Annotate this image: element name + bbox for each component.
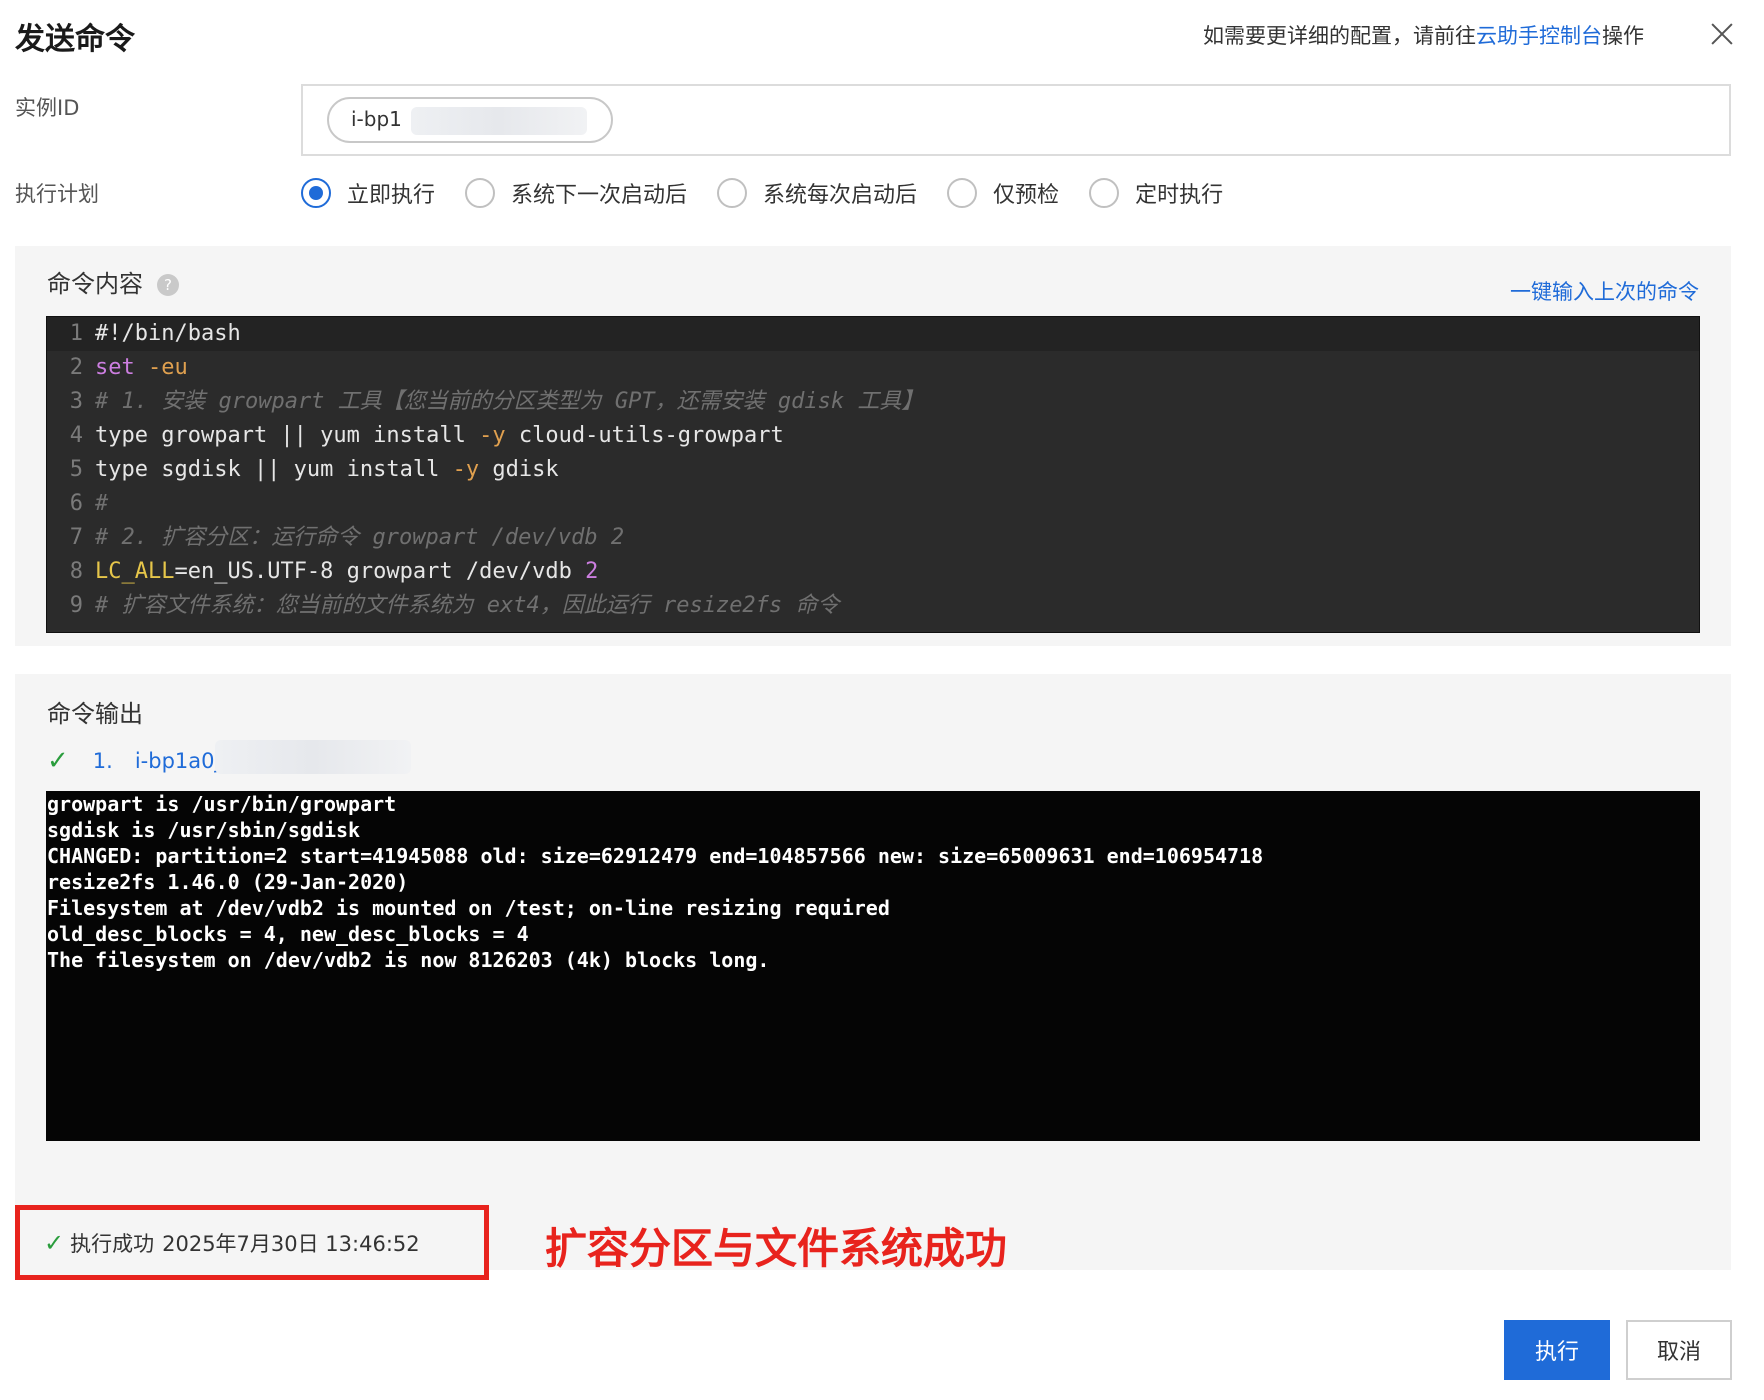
code-line: 2 set -eu <box>47 351 1699 385</box>
line-number: 8 <box>69 559 83 584</box>
redacted-blur <box>215 740 411 774</box>
line-number: 1 <box>69 321 83 346</box>
terminal-line: CHANGED: partition=2 start=41945088 old:… <box>47 844 1264 868</box>
code-token: # 1. 安装 growpart 工具【您当前的分区类型为 GPT，还需安装 g… <box>95 389 924 414</box>
code-token: LC_ALL <box>95 559 175 584</box>
schedule-option-label: 仅预检 <box>993 183 1060 208</box>
instance-id-field[interactable]: i-bp1 <box>301 84 1731 156</box>
line-number: 2 <box>69 355 83 380</box>
instance-tag-text: i-bp1 <box>351 107 402 131</box>
schedule-label: 执行计划 <box>15 182 99 206</box>
terminal-line: resize2fs 1.46.0 (29-Jan-2020) <box>47 870 409 894</box>
terminal-line: sgdisk is /usr/sbin/sgdisk <box>47 818 361 842</box>
terminal-line: old_desc_blocks = 4, new_desc_blocks = 4 <box>47 922 529 946</box>
schedule-option[interactable]: 仅预检 <box>947 177 1059 209</box>
terminal-line: The filesystem on /dev/vdb2 is now 81262… <box>47 948 770 972</box>
code-token: # <box>95 491 109 516</box>
schedule-option[interactable]: 系统每次启动后 <box>717 177 917 209</box>
command-title: 命令内容? <box>47 264 179 299</box>
code-token: 2 <box>585 559 599 584</box>
code-token: cloud-utils-growpart <box>505 423 784 448</box>
code-token: # 2. 扩容分区：运行命令 growpart /dev/vdb 2 <box>95 525 625 550</box>
schedule-option-label: 定时执行 <box>1135 183 1224 208</box>
reuse-last-command-link[interactable]: 一键输入上次的命令 <box>1510 276 1699 306</box>
command-panel: 命令内容? 一键输入上次的命令 1 #!/bin/bash 2 set -eu 3 # 1… <box>15 246 1731 646</box>
code-token: -y <box>452 457 480 482</box>
cancel-button[interactable]: 取消 <box>1626 1320 1732 1380</box>
output-item[interactable]: ✓ 1. i-bp1a0j <box>47 746 220 776</box>
redacted-blur <box>411 107 587 135</box>
check-icon: ✓ <box>47 746 69 776</box>
console-hint: 如需要更详细的配置，请前往云助手控制台操作 <box>1203 20 1644 50</box>
output-item-index: 1. <box>92 749 113 773</box>
terminal-line: Filesystem at /dev/vdb2 is mounted on /t… <box>47 896 890 920</box>
code-line: 8 LC_ALL =en_US.UTF-8 growpart /dev/vdb 2 <box>47 555 1699 589</box>
line-number: 4 <box>69 423 83 448</box>
schedule-option[interactable]: 系统下一次启动后 <box>465 177 687 209</box>
schedule-option-label: 系统下一次启动后 <box>511 183 688 208</box>
radio-icon[interactable] <box>301 178 331 208</box>
schedule-radio-group: 立即执行 系统下一次启动后 系统每次启动后 仅预检 定时执行 <box>301 176 1253 210</box>
code-line: 4 type growpart || yum install -y cloud-u… <box>47 419 1699 453</box>
schedule-option[interactable]: 立即执行 <box>301 177 435 209</box>
output-item-id[interactable]: i-bp1a0j <box>135 749 221 773</box>
line-number: 5 <box>69 457 83 482</box>
code-line: 9 # 扩容文件系统：您当前的文件系统为 ext4，因此运行 resize2fs … <box>47 589 1699 623</box>
command-title-text: 命令内容 <box>47 270 143 298</box>
status-time: 2025年7月30日 13:46:52 <box>162 1231 420 1256</box>
instance-id-label: 实例ID <box>15 96 80 120</box>
instance-tag[interactable]: i-bp1 <box>327 97 613 143</box>
code-token: =en_US.UTF-8 growpart /dev/vdb <box>174 559 586 584</box>
code-token: set <box>95 355 135 380</box>
annotation-text: 扩容分区与文件系统成功 <box>545 1224 1008 1273</box>
check-icon: ✓ <box>44 1228 65 1257</box>
execution-status: ✓ 执行成功 2025年7月30日 13:46:52 <box>15 1205 489 1280</box>
output-panel: 命令输出 ✓ 1. i-bp1a0j growpart is /usr/bin/… <box>15 674 1731 1270</box>
schedule-option[interactable]: 定时执行 <box>1089 177 1223 209</box>
close-icon[interactable] <box>1708 20 1736 48</box>
output-title: 命令输出 <box>47 700 143 728</box>
schedule-option-label: 系统每次启动后 <box>763 183 918 208</box>
radio-icon[interactable] <box>947 178 978 208</box>
terminal-line: growpart is /usr/bin/growpart <box>47 792 397 816</box>
radio-icon[interactable] <box>465 178 496 208</box>
code-token: -y <box>479 423 506 448</box>
radio-icon[interactable] <box>717 178 748 208</box>
console-link[interactable]: 云助手控制台 <box>1476 24 1602 48</box>
line-number: 7 <box>69 525 83 550</box>
dialog-title: 发送命令 <box>15 22 135 57</box>
schedule-option-label: 立即执行 <box>347 183 436 208</box>
console-hint-suffix: 操作 <box>1602 24 1644 48</box>
code-line: 1 #!/bin/bash <box>47 317 1699 351</box>
command-editor[interactable]: 1 #!/bin/bash 2 set -eu 3 # 1. 安装 growpart 工具… <box>46 316 1700 633</box>
code-token: gdisk <box>479 457 559 482</box>
code-token: type growpart || yum install <box>95 423 480 448</box>
console-hint-prefix: 如需要更详细的配置，请前往 <box>1203 24 1476 48</box>
radio-icon[interactable] <box>1089 178 1120 208</box>
code-line: 5 type sgdisk || yum install -y gdisk <box>47 453 1699 487</box>
code-line: 6 # <box>47 487 1699 521</box>
code-token: -eu <box>148 355 188 380</box>
code-token: #!/bin/bash <box>95 321 241 346</box>
output-terminal: growpart is /usr/bin/growpart sgdisk is /… <box>46 791 1700 1141</box>
execute-button[interactable]: 执行 <box>1504 1320 1610 1380</box>
line-number: 9 <box>69 593 83 618</box>
help-icon[interactable]: ? <box>157 274 179 296</box>
line-number: 6 <box>69 491 83 516</box>
code-line: 7 # 2. 扩容分区：运行命令 growpart /dev/vdb 2 <box>47 521 1699 555</box>
code-token: # 扩容文件系统：您当前的文件系统为 ext4，因此运行 resize2fs 命… <box>95 593 840 618</box>
code-line: 3 # 1. 安装 growpart 工具【您当前的分区类型为 GPT，还需安装 … <box>47 385 1699 419</box>
status-text: 执行成功 <box>70 1231 155 1256</box>
code-token: type sgdisk || yum install <box>95 457 453 482</box>
line-number: 3 <box>69 389 83 414</box>
